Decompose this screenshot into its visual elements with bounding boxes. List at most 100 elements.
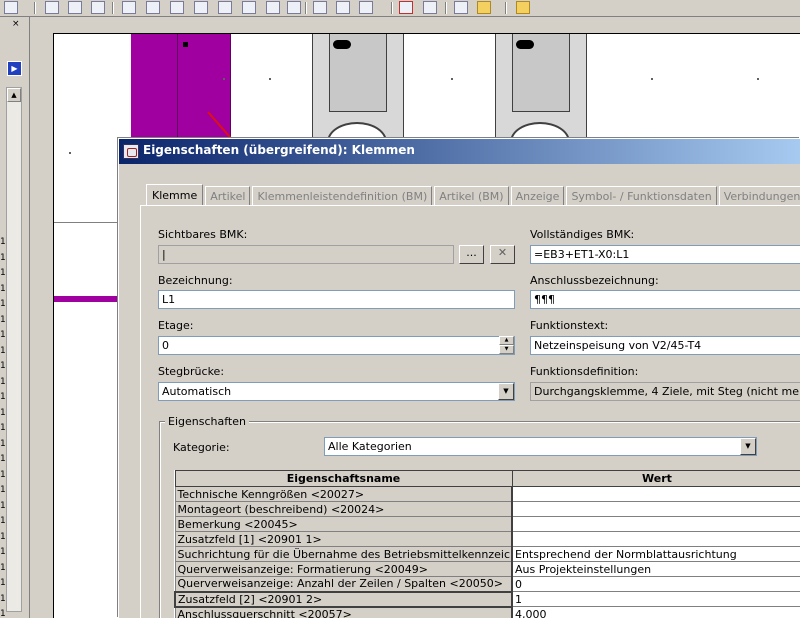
property-name-cell[interactable]: Anschlussquerschnitt <20057> <box>174 606 513 618</box>
terminal-symbol[interactable] <box>495 34 587 162</box>
property-name-cell[interactable]: Montageort (beschreibend) <20024> <box>174 501 513 517</box>
page-icon[interactable] <box>4 1 18 14</box>
chevron-down-icon[interactable]: ▼ <box>740 438 756 455</box>
spin-down-icon[interactable]: ▼ <box>499 345 514 354</box>
grid-line <box>54 222 124 223</box>
table-row[interactable]: Suchrichtung für die Übernahme des Betri… <box>174 546 800 562</box>
tab-artikel-bm[interactable]: Artikel (BM) <box>434 186 509 207</box>
table-row[interactable]: Querverweisanzeige: Anzahl der Zeilen / … <box>174 576 800 592</box>
terminal-strip-icon[interactable] <box>218 1 232 14</box>
tab-anzeige[interactable]: Anzeige <box>510 186 565 207</box>
tab-artikel[interactable]: Artikel <box>205 186 251 207</box>
toolbar-separator <box>112 2 114 14</box>
plot-frame-icon[interactable] <box>45 1 59 14</box>
line-number: 1 <box>0 237 6 247</box>
line-number: 1 <box>0 454 6 464</box>
anschlussbezeichnung-field[interactable]: ¶¶¶ <box>530 290 800 309</box>
column-header-name[interactable]: Eigenschaftsname <box>174 470 513 487</box>
connection-icon[interactable] <box>91 1 105 14</box>
line-number: 1 <box>0 330 6 340</box>
tab-klemmenleistendefinition[interactable]: Klemmenleistendefinition (BM) <box>252 186 433 207</box>
properties-dialog: Eigenschaften (übergreifend): Klemmen Kl… <box>118 138 800 618</box>
line-number: 1 <box>0 252 6 263</box>
table-row[interactable]: Montageort (beschreibend) <20024> <box>174 501 800 517</box>
property-value-cell[interactable]: 1 <box>511 591 800 607</box>
table-row[interactable]: Querverweisanzeige: Formatierung <20049>… <box>174 561 800 577</box>
plug-icon[interactable] <box>242 1 256 14</box>
vollstaendiges-bmk-field[interactable]: =EB3+ET1-X0:L1 <box>530 245 800 264</box>
property-value-cell[interactable]: Entsprechend der Normblattausrichtung <box>511 546 800 562</box>
stegbruecke-select[interactable]: Automatisch ▼ <box>158 382 515 401</box>
rotate-icon[interactable] <box>359 1 373 14</box>
terminal-symbol[interactable] <box>312 34 404 162</box>
application-icon <box>123 144 139 159</box>
stegbruecke-value: Automatisch <box>162 385 232 398</box>
black-box-icon[interactable] <box>146 1 160 14</box>
bezeichnung-field[interactable]: L1 <box>158 290 515 309</box>
toolbar-separator <box>505 2 507 14</box>
clear-icon[interactable]: ✕ <box>490 245 515 264</box>
connection-point-marker <box>183 42 188 47</box>
line-number: 1 <box>0 376 6 387</box>
property-value-cell[interactable]: Aus Projekteinstellungen <box>511 561 800 577</box>
terminal-strip-divider <box>177 34 178 144</box>
property-name-cell[interactable]: Querverweisanzeige: Anzahl der Zeilen / … <box>174 576 513 592</box>
chevron-down-icon[interactable]: ▼ <box>498 383 514 400</box>
funktionstext-field[interactable]: Netzeinspeisung von V2/45-T4 <box>530 336 800 355</box>
property-value-cell[interactable] <box>511 486 800 502</box>
kategorie-label: Kategorie: <box>173 441 230 454</box>
copy-icon[interactable] <box>336 1 350 14</box>
pipe-icon[interactable] <box>266 1 280 14</box>
device-icon[interactable] <box>122 1 136 14</box>
property-name-cell[interactable]: Bemerkung <20045> <box>174 516 513 532</box>
property-value-cell[interactable]: 4,000 <box>511 606 800 618</box>
line-number: 1 <box>0 423 6 433</box>
table-row[interactable]: Bemerkung <20045> <box>174 516 800 532</box>
table-row[interactable]: Technische Kenngrößen <20027> <box>174 486 800 502</box>
kategorie-select[interactable]: Alle Kategorien ▼ <box>324 437 757 456</box>
line-number-column: 1 1 1 1 1 1 1 1 1 1 1 1 1 1 1 1 1 1 1 1 1 1 1 1 1 <box>0 235 6 618</box>
line-number: 1 <box>0 392 6 402</box>
property-value-cell[interactable] <box>511 531 800 547</box>
property-name-cell[interactable]: Suchrichtung für die Übernahme des Betri… <box>174 546 513 562</box>
close-icon[interactable]: × <box>12 19 20 29</box>
table-row[interactable]: Zusatzfeld [1] <20901 1> <box>174 531 800 547</box>
funktionsdefinition-label: Funktionsdefinition: <box>530 365 639 378</box>
folder-icon[interactable] <box>516 1 530 14</box>
etage-spinner[interactable]: ▲ ▼ <box>499 336 514 355</box>
line-number: 1 <box>0 345 6 356</box>
table-row[interactable]: Anschlussquerschnitt <20057> 4,000 <box>174 606 800 618</box>
bezeichnung-label: Bezeichnung: <box>158 274 233 287</box>
scroll-up-icon[interactable]: ▲ <box>7 88 21 102</box>
expand-arrow-icon[interactable]: ▶ <box>7 61 22 76</box>
insert-terminal-icon[interactable] <box>68 1 82 14</box>
property-name-cell[interactable]: Zusatzfeld [2] <20901 2> <box>174 590 513 608</box>
redo-icon[interactable] <box>454 1 468 14</box>
property-value-cell[interactable] <box>511 516 800 532</box>
table-row[interactable]: Zusatzfeld [2] <20901 2> 1 <box>174 590 800 608</box>
tab-symbol-funktionsdaten[interactable]: Symbol- / Funktionsdaten <box>566 186 717 207</box>
table-header-row: Eigenschaftsname Wert <box>174 470 800 487</box>
property-name-cell[interactable]: Technische Kenngrößen <20027> <box>174 486 513 502</box>
etage-field[interactable]: 0 <box>158 336 515 355</box>
funktionsdefinition-field[interactable]: Durchgangsklemme, 4 Ziele, mit Steg (nic… <box>530 382 800 401</box>
property-value-cell[interactable] <box>511 501 800 517</box>
undo-icon[interactable] <box>423 1 437 14</box>
edit-icon[interactable] <box>313 1 327 14</box>
network-icon[interactable] <box>399 1 413 14</box>
cable-icon[interactable] <box>194 1 208 14</box>
tab-verbindungen[interactable]: Verbindungen <box>718 186 800 207</box>
sichtbares-bmk-field[interactable]: | <box>158 245 454 264</box>
open-folder-icon[interactable] <box>477 1 491 14</box>
line-number: 1 <box>0 485 6 495</box>
browse-button[interactable]: ... <box>459 245 484 264</box>
property-name-cell[interactable]: Querverweisanzeige: Formatierung <20049> <box>174 561 513 577</box>
column-header-value[interactable]: Wert <box>511 470 800 487</box>
spin-up-icon[interactable]: ▲ <box>499 336 514 345</box>
property-name-cell[interactable]: Zusatzfeld [1] <20901 1> <box>174 531 513 547</box>
dialog-titlebar[interactable]: Eigenschaften (übergreifend): Klemmen <box>119 139 800 164</box>
property-value-cell[interactable]: 0 <box>511 576 800 592</box>
properties-icon[interactable] <box>287 1 301 14</box>
structure-box-icon[interactable] <box>170 1 184 14</box>
vertical-scrollbar[interactable]: ▲ <box>6 87 22 612</box>
